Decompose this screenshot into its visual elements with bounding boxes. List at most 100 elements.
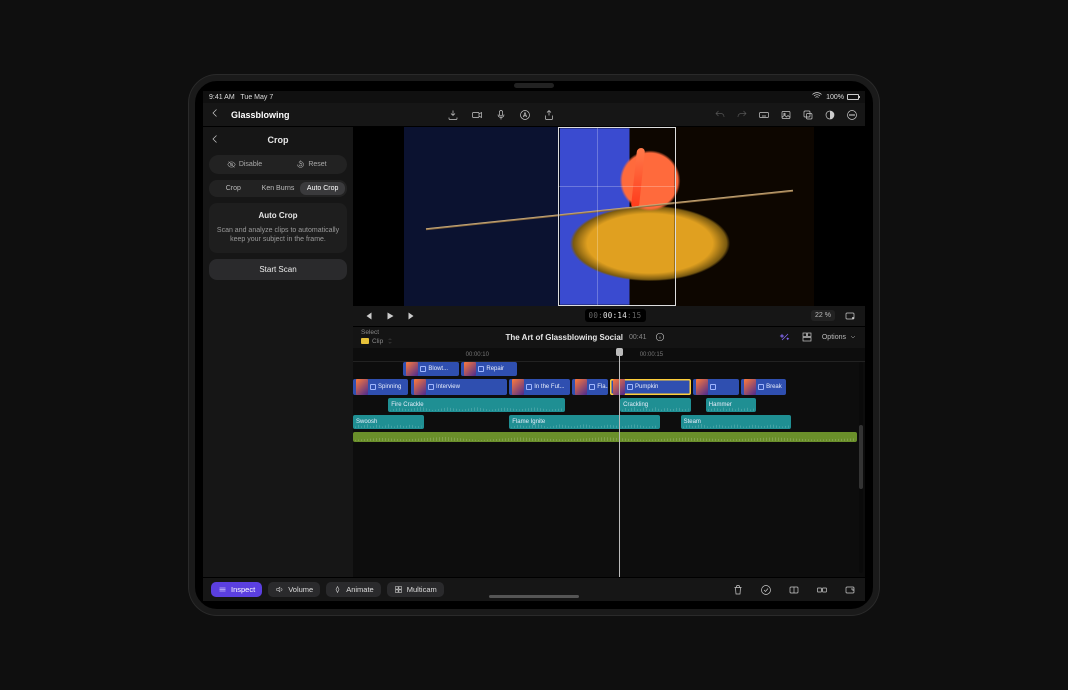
clip-label: Blowt... <box>428 366 448 372</box>
status-right: 100% <box>811 90 859 104</box>
trash-icon[interactable] <box>731 583 745 597</box>
clip-thumbnail <box>406 362 418 376</box>
tc-frames: :15 <box>627 311 641 320</box>
media-picture-icon[interactable] <box>779 108 793 122</box>
reset-button[interactable]: Reset <box>278 157 345 172</box>
video-clip[interactable]: Pumpkin <box>610 379 691 395</box>
undo-icon[interactable] <box>713 108 727 122</box>
crop-mode-kenburns[interactable]: Ken Burns <box>256 182 301 195</box>
audio-clip[interactable]: Fire Crackle <box>388 398 564 412</box>
clip-marker-icon <box>627 384 633 390</box>
timeline-tools-icon[interactable] <box>800 330 814 344</box>
start-scan-button[interactable]: Start Scan <box>209 259 347 280</box>
video-clip[interactable]: Spinning <box>353 379 408 395</box>
audio-clip[interactable]: Steam <box>681 415 792 429</box>
more-menu-icon[interactable] <box>845 108 859 122</box>
home-indicator[interactable] <box>489 595 579 598</box>
connect-icon[interactable] <box>815 583 829 597</box>
music-track[interactable] <box>353 432 857 442</box>
timeline-project-title: The Art of Glassblowing Social <box>506 333 624 342</box>
audio-clip[interactable]: Swoosh <box>353 415 424 429</box>
info-icon[interactable] <box>653 330 667 344</box>
clip-chip[interactable]: Clip <box>361 337 394 345</box>
clip-thumbnail <box>575 379 587 395</box>
volume-button[interactable]: Volume <box>268 582 320 597</box>
video-track-2[interactable]: Blowt... Repair <box>353 362 857 376</box>
options-menu[interactable]: Options <box>822 333 857 341</box>
clip-thumbnail <box>414 379 426 395</box>
clip-marker-icon <box>420 366 426 372</box>
top-toolbar: Glassblowing <box>203 103 865 127</box>
timeline[interactable]: 00:00:10 00:00:15 Blowt... Repair Spinnin… <box>353 348 865 577</box>
detach-icon[interactable] <box>843 583 857 597</box>
audio-clip[interactable]: Crackling <box>620 398 691 412</box>
reset-label: Reset <box>308 161 326 168</box>
video-clip[interactable]: Fla... <box>572 379 607 395</box>
clip-marker-icon <box>589 384 595 390</box>
inspect-label: Inspect <box>231 585 255 594</box>
chevron-down-icon <box>849 333 857 341</box>
clip-marker-icon <box>428 384 434 390</box>
video-clip[interactable] <box>693 379 738 395</box>
autocrop-card-desc: Scan and analyze clips to automatically … <box>215 226 341 245</box>
crop-mode-crop[interactable]: Crop <box>211 182 256 195</box>
clip-thumbnail <box>696 379 708 395</box>
tc-main: 00:14 <box>603 311 627 320</box>
video-clip[interactable]: Interview <box>411 379 507 395</box>
appearance-icon[interactable] <box>823 108 837 122</box>
play-button[interactable] <box>383 309 397 323</box>
enable-icon[interactable] <box>759 583 773 597</box>
next-frame-button[interactable] <box>405 309 419 323</box>
view-options-icon[interactable] <box>843 309 857 323</box>
clip-marker-icon <box>478 366 484 372</box>
animate-button[interactable]: Animate <box>326 582 381 597</box>
zoom-value[interactable]: 22 % <box>811 310 835 321</box>
share-icon[interactable] <box>542 108 556 122</box>
audio-clip[interactable]: Flame Ignite <box>509 415 660 429</box>
clip-label: Clip <box>372 338 383 345</box>
clip-label: Repair <box>486 366 504 372</box>
multicam-button[interactable]: Multicam <box>387 582 444 597</box>
inspect-button[interactable]: Inspect <box>211 582 262 597</box>
disable-button[interactable]: Disable <box>211 157 278 172</box>
timeline-scrollbar[interactable] <box>859 362 863 573</box>
overlay-icon[interactable] <box>801 108 815 122</box>
playhead[interactable] <box>619 348 620 577</box>
ipad-frame: 9:41 AM Tue May 7 100% Glassblowing <box>189 75 879 615</box>
inspector-back-button[interactable] <box>209 133 221 148</box>
video-clip[interactable]: In the Fut... <box>509 379 569 395</box>
crop-mode-autocrop[interactable]: Auto Crop <box>300 182 345 195</box>
prev-frame-button[interactable] <box>361 309 375 323</box>
audio-track-1[interactable]: Fire Crackle Crackling Hammer <box>353 398 857 412</box>
audio-clip[interactable]: Hammer <box>706 398 756 412</box>
video-clip[interactable]: Blowt... <box>403 362 458 376</box>
clip-marker-icon <box>710 384 716 390</box>
project-title[interactable]: Glassblowing <box>231 110 290 120</box>
ruler-mark-1: 00:00:10 <box>466 352 489 358</box>
crop-rectangle[interactable] <box>558 127 676 306</box>
video-clip[interactable]: Break <box>741 379 786 395</box>
camera-icon[interactable] <box>470 108 484 122</box>
video-track-1[interactable]: SpinningInterviewIn the Fut...Fla...Pump… <box>353 379 857 395</box>
video-clip[interactable]: Repair <box>461 362 516 376</box>
start-scan-label: Start Scan <box>259 265 296 274</box>
timecode-display[interactable]: 00:00:14:15 <box>585 309 646 322</box>
split-icon[interactable] <box>787 583 801 597</box>
pen-tool-icon[interactable] <box>518 108 532 122</box>
audio-track-2[interactable]: Swoosh Flame Ignite Steam <box>353 415 857 429</box>
ruler-mark-2: 00:00:15 <box>640 352 663 358</box>
music-clip[interactable] <box>353 432 857 442</box>
import-icon[interactable] <box>446 108 460 122</box>
multicam-label: Multicam <box>407 585 437 594</box>
back-button[interactable] <box>209 107 221 122</box>
magic-wand-icon[interactable] <box>778 330 792 344</box>
time-ruler[interactable]: 00:00:10 00:00:15 <box>353 352 865 362</box>
redo-icon[interactable] <box>735 108 749 122</box>
camera-notch <box>514 83 554 88</box>
status-date: Tue May 7 <box>240 94 273 101</box>
keyboard-icon[interactable] <box>757 108 771 122</box>
crop-mode-segmented: Crop Ken Burns Auto Crop <box>209 180 347 197</box>
voiceover-mic-icon[interactable] <box>494 108 508 122</box>
viewer[interactable] <box>353 127 865 306</box>
battery-icon <box>847 94 859 100</box>
